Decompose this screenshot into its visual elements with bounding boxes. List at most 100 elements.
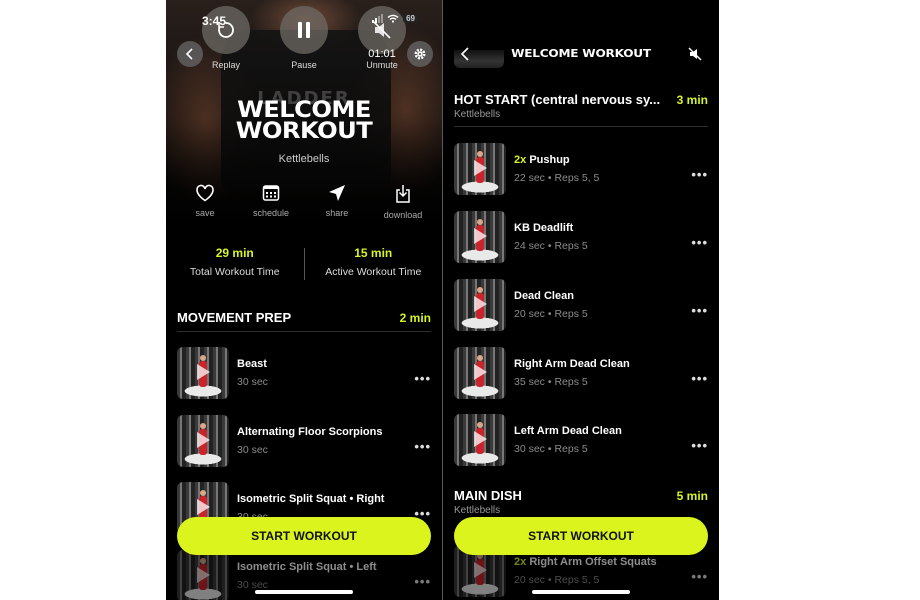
- exercise-meta: 30 sec • Reps 5: [514, 443, 588, 455]
- section-movement-prep: MOVEMENT PREP 2 min: [177, 310, 431, 332]
- exercise-item[interactable]: Alternating Floor Scorpions 30 sec •••: [177, 415, 431, 467]
- settings-button[interactable]: [407, 41, 433, 67]
- download-button[interactable]: download: [373, 184, 433, 220]
- section-duration: 5 min: [676, 489, 708, 503]
- status-icons: 69: [372, 14, 418, 23]
- exercise-thumbnail[interactable]: [177, 550, 229, 600]
- exercise-meta: 20 sec • Reps 5: [514, 308, 588, 320]
- more-options-icon[interactable]: •••: [684, 569, 708, 584]
- play-icon: [474, 228, 487, 244]
- signal-icon: [372, 14, 384, 23]
- home-indicator[interactable]: [255, 590, 353, 594]
- action-bar: save schedule share download: [166, 184, 442, 220]
- exercise-thumbnail[interactable]: [454, 143, 506, 195]
- play-icon: [474, 296, 487, 312]
- title-line-1: WELCOME: [237, 98, 371, 123]
- section-equipment: Kettlebells: [454, 505, 501, 516]
- play-icon: [474, 160, 487, 176]
- exercise-thumbnail[interactable]: [454, 414, 506, 466]
- exercise-name: Left Arm Dead Clean: [514, 425, 622, 437]
- exercise-thumbnail[interactable]: [454, 347, 506, 399]
- back-button[interactable]: [177, 41, 203, 67]
- section-main-dish: MAIN DISH 5 min Kettlebells: [454, 488, 708, 516]
- section-title: HOT START (central nervous sy...: [454, 92, 661, 107]
- exercise-thumbnail[interactable]: [177, 347, 229, 399]
- unmute-label: Unmute: [366, 60, 398, 70]
- exercise-item[interactable]: 2x Pushup 22 sec • Reps 5, 5 •••: [454, 143, 708, 195]
- exercise-name: Alternating Floor Scorpions: [237, 426, 383, 438]
- section-duration: 2 min: [399, 311, 431, 325]
- exercise-name: Beast: [237, 358, 267, 370]
- workout-stats: 29 min Total Workout Time 15 min Active …: [166, 246, 442, 280]
- more-options-icon[interactable]: •••: [684, 167, 708, 182]
- send-icon: [329, 185, 345, 201]
- workout-overview-screen: LADDER 3:45 69 Replay Pause 01:01 Unmute…: [166, 0, 442, 600]
- mute-button[interactable]: [687, 46, 703, 67]
- workout-title: WELCOME WORKOUT: [166, 98, 442, 144]
- workout-equipment: Kettlebells: [278, 153, 330, 165]
- exercise-meta: 30 sec: [237, 444, 268, 456]
- play-icon: [474, 562, 487, 578]
- start-workout-button[interactable]: START WORKOUT: [454, 517, 708, 555]
- save-label: save: [195, 208, 215, 218]
- play-icon: [474, 364, 487, 380]
- total-time-value: 29 min: [215, 246, 254, 260]
- exercise-multiplier: 2x: [514, 154, 527, 166]
- schedule-button[interactable]: schedule: [241, 184, 301, 220]
- exercise-thumbnail[interactable]: [177, 415, 229, 467]
- gear-icon: [414, 48, 426, 60]
- active-time-value: 15 min: [354, 246, 393, 260]
- exercise-item[interactable]: Right Arm Dead Clean 35 sec • Reps 5 •••: [454, 347, 708, 399]
- exercise-name: Right Arm Dead Clean: [514, 358, 630, 370]
- download-label: download: [383, 210, 423, 220]
- more-options-icon[interactable]: •••: [407, 439, 431, 454]
- exercise-meta: 30 sec: [237, 376, 268, 388]
- active-time-caption: Active Workout Time: [325, 266, 422, 278]
- more-options-icon[interactable]: •••: [684, 371, 708, 386]
- video-time: 01:01: [368, 48, 396, 60]
- more-options-icon[interactable]: •••: [407, 574, 431, 589]
- section-equipment: Kettlebells: [454, 109, 501, 120]
- exercise-meta: 20 sec • Reps 5, 5: [514, 574, 600, 586]
- pause-button[interactable]: [280, 6, 328, 54]
- workout-detail-screen: WELCOME WORKOUT HOT START (central nervo…: [443, 0, 719, 600]
- exercise-item[interactable]: Left Arm Dead Clean 30 sec • Reps 5 •••: [454, 414, 708, 466]
- section-duration: 3 min: [676, 93, 708, 107]
- play-icon: [197, 432, 210, 448]
- header-title: WELCOME WORKOUT: [511, 47, 651, 60]
- exercise-meta: 22 sec • Reps 5, 5: [514, 172, 600, 184]
- title-line-2: WORKOUT: [235, 119, 373, 144]
- section-hot-start: HOT START (central nervous sy... 3 min K…: [454, 92, 708, 127]
- active-time-stat: 15 min Active Workout Time: [305, 246, 443, 280]
- save-button[interactable]: save: [175, 184, 235, 220]
- more-options-icon[interactable]: •••: [684, 438, 708, 453]
- section-title: MAIN DISH: [454, 488, 522, 503]
- exercise-name: Isometric Split Squat • Right: [237, 493, 385, 505]
- exercise-item[interactable]: Dead Clean 20 sec • Reps 5 •••: [454, 279, 708, 331]
- exercise-meta: 24 sec • Reps 5: [514, 240, 588, 252]
- more-options-icon[interactable]: •••: [407, 371, 431, 386]
- play-icon: [197, 499, 210, 515]
- more-options-icon[interactable]: •••: [684, 235, 708, 250]
- exercise-item[interactable]: Beast 30 sec •••: [177, 347, 431, 399]
- home-indicator[interactable]: [532, 590, 630, 594]
- section-divider: [177, 331, 431, 332]
- share-label: share: [325, 208, 349, 218]
- exercise-name: 2x Right Arm Offset Squats: [514, 556, 684, 568]
- share-button[interactable]: share: [307, 184, 367, 220]
- exercise-title: Right Arm Offset Squats: [529, 556, 657, 568]
- exercise-item[interactable]: KB Deadlift 24 sec • Reps 5 •••: [454, 211, 708, 263]
- more-options-icon[interactable]: •••: [684, 303, 708, 318]
- exercise-thumbnail[interactable]: [454, 279, 506, 331]
- exercise-multiplier: 2x: [514, 556, 527, 568]
- play-icon: [197, 364, 210, 380]
- pause-icon: [298, 22, 310, 38]
- wifi-icon: [387, 14, 399, 23]
- play-icon: [474, 431, 487, 447]
- start-workout-button[interactable]: START WORKOUT: [177, 517, 431, 555]
- exercise-name: KB Deadlift: [514, 222, 574, 234]
- exercise-thumbnail[interactable]: [454, 211, 506, 263]
- section-divider: [454, 126, 708, 127]
- heart-icon: [196, 184, 214, 202]
- pause-label: Pause: [291, 60, 317, 70]
